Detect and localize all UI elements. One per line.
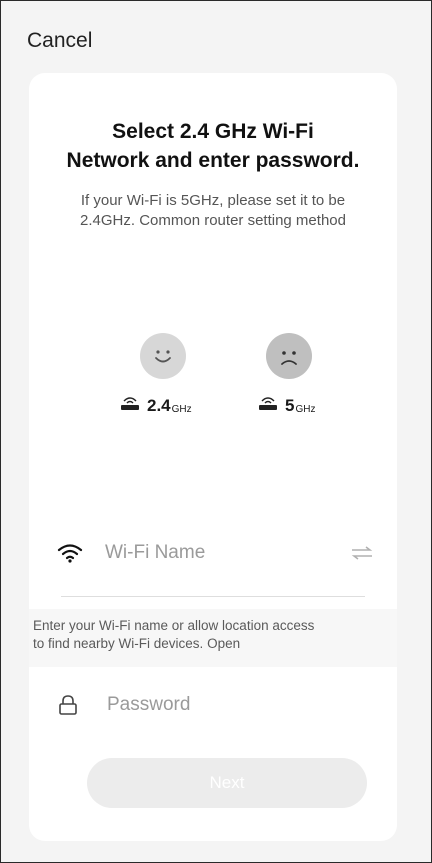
router-icon [257,395,279,416]
hint-line-2: to find nearby Wi-Fi devices. Open [33,635,393,653]
band-5ghz: 5 GHz [257,395,315,416]
wifi-setup-card: Select 2.4 GHz Wi-Fi Network and enter p… [29,73,397,841]
band-unit: GHz [171,404,192,415]
title-line-1: Select 2.4 GHz Wi-Fi [112,120,314,143]
happy-face-icon [140,333,186,379]
location-hint: Enter your Wi-Fi name or allow location … [29,609,397,667]
lock-icon [57,694,85,716]
subtitle-line-2: 2.4GHz. Common router setting method [80,212,346,229]
subtitle-line-1: If your Wi-Fi is 5GHz, please set it to … [80,192,346,209]
switch-network-icon[interactable] [350,546,373,560]
wifi-name-row [57,533,373,573]
cancel-button[interactable]: Cancel [27,29,92,53]
page-title: Select 2.4 GHz Wi-Fi Network and enter p… [29,117,397,175]
title-line-2: Network and enter password. [66,149,360,172]
page-subtitle: If your Wi-Fi is 5GHz, please set it to … [49,191,377,231]
router-icon [119,395,141,416]
band-2-4ghz: 2.4 GHz [119,395,192,416]
hint-text: to find nearby Wi-Fi devices. [33,636,204,651]
wifi-divider [61,596,365,597]
top-bar: Cancel [1,1,431,71]
wifi-icon [57,543,83,563]
wifi-name-input[interactable] [105,542,350,564]
next-button[interactable]: Next [87,758,367,808]
band-value: 2.4 [147,396,171,415]
password-row [57,685,373,725]
open-link[interactable]: Open [207,636,240,651]
password-input[interactable] [107,694,373,716]
hint-line-1: Enter your Wi-Fi name or allow location … [33,618,315,633]
band-value: 5 [285,396,295,415]
sad-face-icon [266,333,312,379]
band-unit: GHz [295,404,316,415]
